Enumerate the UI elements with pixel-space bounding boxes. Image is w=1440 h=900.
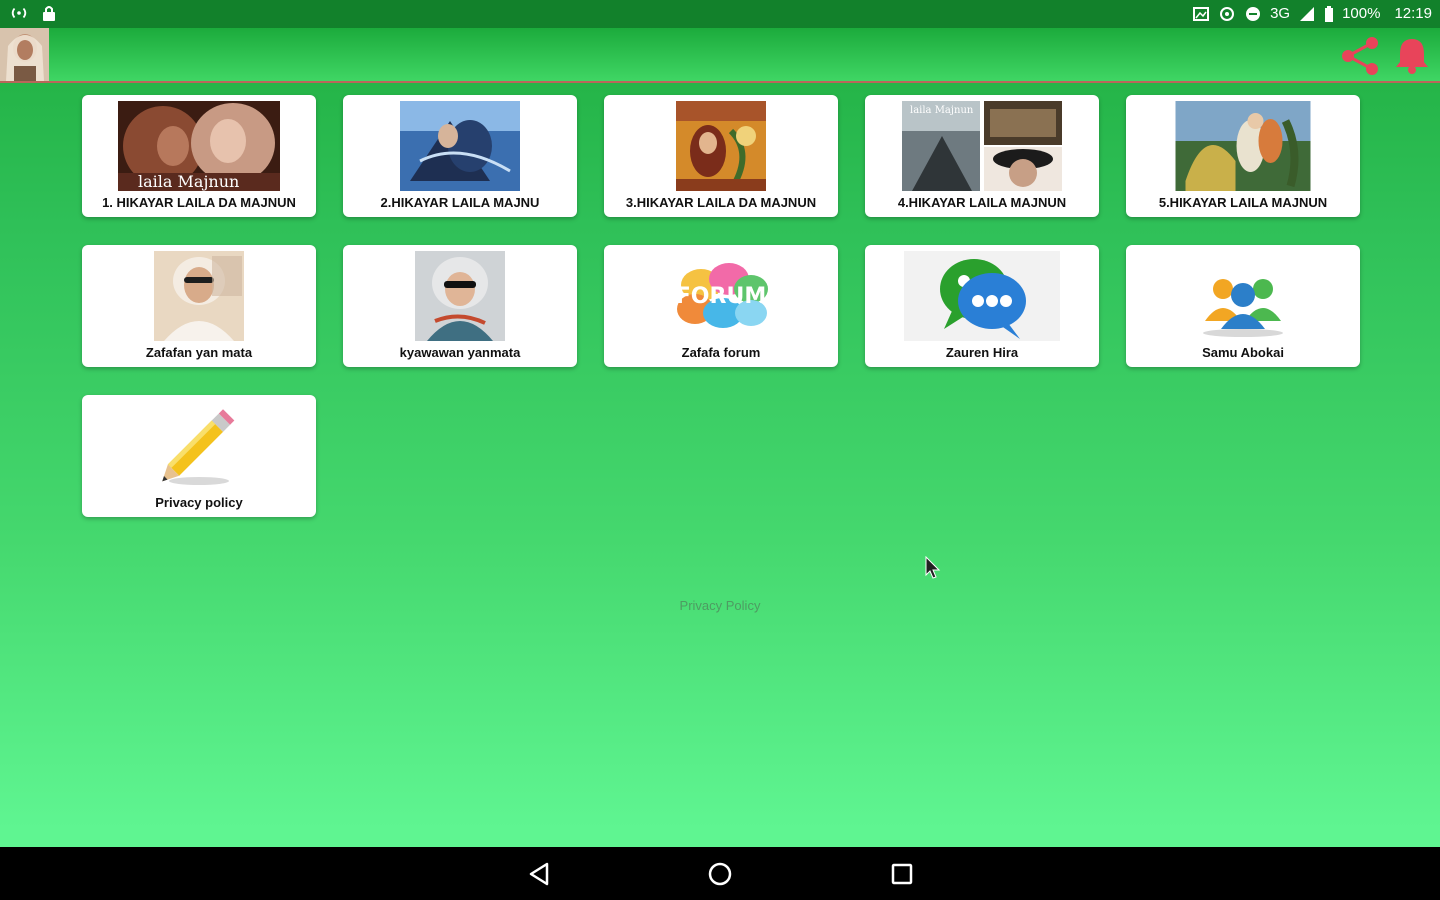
privacy-policy-link[interactable]: Privacy Policy xyxy=(0,598,1440,613)
tile-thumbnail xyxy=(676,101,766,191)
tile-hikayar-4[interactable]: laila Majnun 4.HIKAYAR LAILA MAJNUN xyxy=(865,95,1099,217)
share-icon[interactable] xyxy=(1340,36,1380,76)
tile-thumbnail xyxy=(1175,101,1311,191)
tile-zafafa-forum[interactable]: FORUM Zafafa forum xyxy=(604,245,838,367)
tile-label: Zafafan yan mata xyxy=(145,345,253,360)
bell-icon[interactable] xyxy=(1394,36,1430,74)
home-circle-icon[interactable] xyxy=(705,859,735,889)
tile-thumbnail xyxy=(400,101,520,191)
clock: 12:19 xyxy=(1394,5,1432,22)
tile-hikayar-2[interactable]: 2.HIKAYAR LAILA MAJNU xyxy=(343,95,577,217)
tile-thumbnail: laila Majnun xyxy=(118,101,280,191)
tile-hikayar-3[interactable]: 3.HIKAYAR LAILA DA MAJNUN xyxy=(604,95,838,217)
tile-label: Zauren Hira xyxy=(945,345,1019,360)
do-not-disturb-icon xyxy=(1246,6,1261,21)
tile-label: kyawawan yanmata xyxy=(399,345,521,360)
chat-bubbles-icon xyxy=(904,251,1060,341)
tile-label: 2.HIKAYAR LAILA MAJNU xyxy=(380,195,540,210)
tile-label: 3.HIKAYAR LAILA DA MAJNUN xyxy=(625,195,817,210)
pencil-icon xyxy=(154,401,244,487)
status-bar: 3G 100% 12:19 xyxy=(0,0,1440,28)
nfc-icon xyxy=(1220,6,1235,21)
tile-samu-abokai[interactable]: Samu Abokai xyxy=(1126,245,1360,367)
tile-label: 1. HIKAYAR LAILA DA MAJNUN xyxy=(102,195,296,210)
tile-label: Privacy policy xyxy=(155,495,243,510)
forum-icon: FORUM xyxy=(671,257,771,337)
tile-hikayar-1[interactable]: laila Majnun 1. HIKAYAR LAILA DA MAJNUN xyxy=(82,95,316,217)
forum-icon-text: FORUM xyxy=(676,284,766,309)
recents-square-icon[interactable] xyxy=(887,859,917,889)
mouse-cursor-icon xyxy=(925,556,941,579)
network-type: 3G xyxy=(1270,5,1291,22)
tile-label: 4.HIKAYAR LAILA MAJNUN xyxy=(897,195,1067,210)
tile-label: 5.HIKAYAR LAILA MAJNUN xyxy=(1158,195,1328,210)
people-group-icon xyxy=(1193,259,1293,339)
tile-hikayar-5[interactable]: 5.HIKAYAR LAILA MAJNUN xyxy=(1126,95,1360,217)
app-screen: 3G 100% 12:19 laila Majnun 1. HIKAYAR LA… xyxy=(0,0,1440,900)
wireless-icon xyxy=(11,7,27,19)
thumb-caption: laila Majnun xyxy=(138,172,239,191)
tile-thumbnail: laila Majnun xyxy=(902,101,1062,191)
battery-percent: 100% xyxy=(1342,5,1381,22)
navigation-bar xyxy=(0,847,1440,900)
back-triangle-icon[interactable] xyxy=(525,859,555,889)
signal-icon xyxy=(1300,6,1315,21)
battery-icon xyxy=(1325,5,1334,22)
tile-label: Zafafa forum xyxy=(681,345,761,360)
lock-icon xyxy=(43,6,55,21)
tile-privacy-policy[interactable]: Privacy policy xyxy=(82,395,316,517)
thumb-caption: laila Majnun xyxy=(910,105,974,116)
app-bar xyxy=(0,28,1440,83)
tile-zauren-hira[interactable]: Zauren Hira xyxy=(865,245,1099,367)
avatar[interactable] xyxy=(0,28,49,81)
tile-kyawawan-yanmata[interactable]: kyawawan yanmata xyxy=(343,245,577,367)
tile-thumbnail xyxy=(415,251,505,341)
tile-label: Samu Abokai xyxy=(1202,345,1284,360)
screenshot-icon xyxy=(1193,6,1210,21)
tile-zafafan-yan-mata[interactable]: Zafafan yan mata xyxy=(82,245,316,367)
tile-thumbnail xyxy=(154,251,244,341)
